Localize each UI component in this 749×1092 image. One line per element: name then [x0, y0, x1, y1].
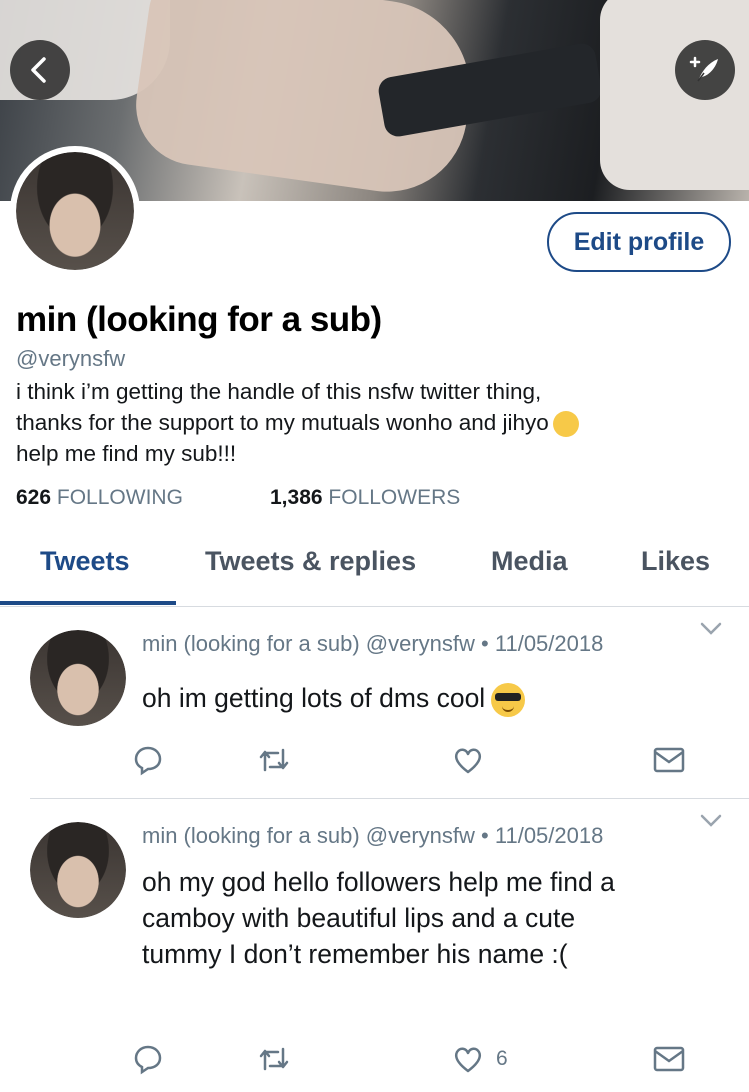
- smiling-face-with-sunglasses-icon: [491, 683, 526, 717]
- bio-line: i think i’m getting the handle of this n…: [16, 379, 542, 404]
- tweet-author: min (looking for a sub): [142, 823, 360, 848]
- profile-tabs: Tweets Tweets & replies Media Likes: [0, 530, 749, 607]
- avatar-image: [30, 630, 126, 726]
- direct-message-button[interactable]: [652, 744, 686, 776]
- bio-line: help me find my sub!!!: [16, 441, 237, 466]
- followers-label: FOLLOWERS: [328, 486, 461, 509]
- tweet-text: oh im getting lots of dms cool: [142, 680, 732, 717]
- edit-profile-button[interactable]: Edit profile: [547, 212, 731, 272]
- tweet-author: min (looking for a sub): [142, 631, 360, 656]
- meta-separator: •: [481, 631, 489, 656]
- tweet-text-content: oh im getting lots of dms cool: [142, 683, 486, 713]
- retweet-button[interactable]: [256, 744, 292, 776]
- meta-separator: •: [481, 823, 489, 848]
- following-stat[interactable]: 626 FOLLOWING: [16, 486, 183, 510]
- avatar-image: [30, 822, 126, 918]
- tweet-divider: [30, 798, 749, 799]
- heart-icon: [454, 1047, 482, 1073]
- chevron-down-icon[interactable]: [698, 615, 724, 641]
- like-button[interactable]: [452, 744, 496, 776]
- avatar-image: [16, 152, 134, 270]
- compose-button[interactable]: [675, 40, 735, 100]
- like-button[interactable]: 6: [452, 1043, 508, 1075]
- tweet-handle: @verynsfw: [365, 631, 475, 656]
- chevron-down-icon[interactable]: [698, 807, 724, 833]
- bio-line: thanks for the support to my mutuals won…: [16, 407, 736, 438]
- tweet-handle: @verynsfw: [365, 823, 475, 848]
- heart-icon: [454, 748, 482, 774]
- bio-line-text: thanks for the support to my mutuals won…: [16, 410, 549, 435]
- tweet-avatar[interactable]: [30, 822, 126, 918]
- quill-sparkle-icon: [689, 56, 718, 82]
- retweet-button[interactable]: [256, 1043, 292, 1075]
- tab-media[interactable]: Media: [491, 546, 568, 577]
- profile-handle: @verynsfw: [16, 346, 126, 371]
- banner-sleeve-right: [600, 0, 749, 190]
- following-count: 626: [16, 486, 52, 509]
- envelope-icon: [653, 1046, 685, 1072]
- tab-tweets[interactable]: Tweets: [40, 546, 130, 577]
- tweet-text-line: camboy with beautiful lips and a cute: [142, 903, 576, 933]
- tweet-header: min (looking for a sub) @verynsfw • 11/0…: [142, 631, 603, 657]
- active-tab-indicator: [0, 601, 176, 605]
- tweet-avatar[interactable]: [30, 630, 126, 726]
- reply-button[interactable]: [132, 1043, 164, 1075]
- profile-bio: i think i’m getting the handle of this n…: [16, 376, 736, 469]
- tweet-text: oh my god hello followers help me find a…: [142, 864, 732, 972]
- following-label: FOLLOWING: [56, 486, 183, 509]
- tweet-header: min (looking for a sub) @verynsfw • 11/0…: [142, 823, 603, 849]
- tweet-date: 11/05/2018: [494, 631, 604, 656]
- sneezing-face-icon: [552, 411, 579, 438]
- tweet-text-line: oh my god hello followers help me find a: [142, 867, 615, 897]
- back-button[interactable]: [10, 40, 70, 100]
- envelope-icon: [653, 747, 685, 773]
- reply-button[interactable]: [132, 744, 164, 776]
- followers-count: 1,386: [270, 486, 323, 509]
- retweet-icon: [259, 1047, 289, 1071]
- like-count: 6: [496, 1047, 508, 1070]
- chevron-left-icon: [31, 57, 46, 83]
- reply-bubble-icon: [134, 1045, 162, 1075]
- tweet-date: 11/05/2018: [494, 823, 604, 848]
- profile-name: min (looking for a sub): [16, 300, 382, 339]
- direct-message-button[interactable]: [652, 1043, 686, 1075]
- reply-bubble-icon: [134, 746, 162, 776]
- tab-likes[interactable]: Likes: [641, 546, 710, 577]
- followers-stat[interactable]: 1,386 FOLLOWERS: [270, 486, 460, 510]
- tab-tweets-replies[interactable]: Tweets & replies: [205, 546, 416, 577]
- tweet-text-line: tummy I don’t remember his name :(: [142, 939, 568, 969]
- profile-avatar[interactable]: [10, 146, 140, 276]
- retweet-icon: [259, 748, 289, 772]
